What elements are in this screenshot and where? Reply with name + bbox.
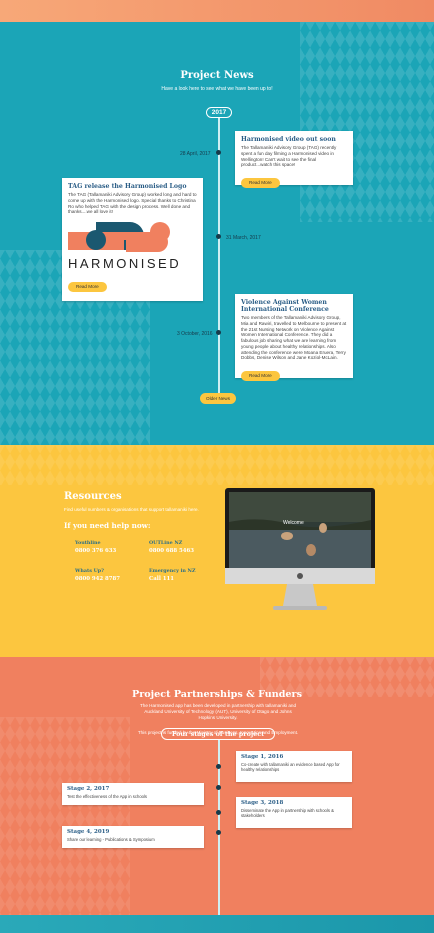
bottom-decorative-stripe [0,915,434,933]
timeline-dot [216,234,221,239]
imac-graphic [225,488,375,610]
news-date: 31 March, 2017 [226,235,261,241]
news-card-body: The TAG (Tallamaniki Advisory Group) wor… [68,192,197,215]
timeline-dot [216,330,221,335]
contact-number[interactable]: 0800 376 633 [75,548,116,554]
stage-body: Share our learning - Publications & Symp… [67,836,155,842]
news-title: Project News [180,70,254,81]
stage-card: Stage 1, 2016 Co-create with tallamaniki… [236,751,352,782]
news-card-body: The Tallamaniki Advisory Group (TAG) rec… [241,145,337,168]
stage-body: Test the effectiveness of the App in sch… [67,793,147,799]
screen-caption: Welcome [283,520,304,526]
contact-label: OUTLine NZ [149,540,183,546]
top-decorative-stripe [0,0,434,22]
news-card-body: Two members of the Tallamaniki Advisory … [241,315,347,361]
help-heading: If you need help now: [64,521,151,530]
stage-card: Stage 3, 2018 Disseminate the App in par… [236,797,352,828]
timeline-dot [216,150,221,155]
news-date: 28 April, 2017 [180,151,211,157]
partners-text: The Harmonised app has been developed in… [139,703,297,720]
harmonised-logo-graphic [68,222,170,253]
news-date: 3 October, 2016 [177,331,213,337]
news-timeline-line [218,118,220,394]
older-news-button[interactable]: Older News [200,393,236,404]
news-card: Harmonised video out soon The Tallamanik… [235,131,353,188]
partners-title: Project Partnerships & Funders [132,689,302,700]
resources-subtitle: Find useful numbers & organisations that… [64,507,199,512]
triangle-pattern [0,717,130,933]
resources-title: Resources [64,491,122,502]
contact-label: Whats Up? [75,568,104,574]
read-more-button[interactable]: Read More [241,370,280,381]
imac-illustration: Welcome [225,488,375,614]
read-more-button[interactable]: Read More [241,177,280,188]
timeline-dot [216,785,221,790]
stage-card: Stage 2, 2017 Test the effectiveness of … [62,783,204,805]
news-card: TAG release the Harmonised Logo The TAG … [62,178,203,301]
stage-body: Disseminate the App in partnership with … [241,807,334,818]
news-card: Violence Against Women International Con… [235,294,353,381]
read-more-button[interactable]: Read More [68,281,107,292]
stages-heading: Four stages of the project [161,728,275,740]
news-card-title: Harmonised video out soon [241,136,336,143]
contact-number[interactable]: 0800 942 8787 [75,576,120,582]
year-badge: 2017 [206,107,232,118]
news-card-title: Violence Against Women International Con… [241,299,329,314]
timeline-dot [216,764,221,769]
stage-title: Stage 3, 2018 [241,800,284,806]
stage-title: Stage 1, 2016 [241,754,284,760]
triangle-pattern [300,22,434,222]
stage-title: Stage 4, 2019 [67,829,110,835]
contact-label: Youthline [75,540,101,546]
news-section: Project News Have a look here to see wha… [0,0,434,445]
stage-body: Co-create with tallamaniki an evidence b… [241,761,340,772]
triangle-pattern [0,445,434,485]
stage-title: Stage 2, 2017 [67,786,110,792]
contact-label: Emergency in NZ [149,568,196,574]
news-card-title: TAG release the Harmonised Logo [68,183,187,190]
timeline-dot [216,830,221,835]
timeline-dot [216,810,221,815]
contact-number[interactable]: 0800 688 5463 [149,548,194,554]
stage-card: Stage 4, 2019 Share our learning - Publi… [62,826,204,848]
news-subtitle: Have a look here to see what we have bee… [161,86,273,92]
contact-number[interactable]: Call 111 [149,576,174,582]
harmonised-logo-text: HARMONISED [68,256,182,272]
